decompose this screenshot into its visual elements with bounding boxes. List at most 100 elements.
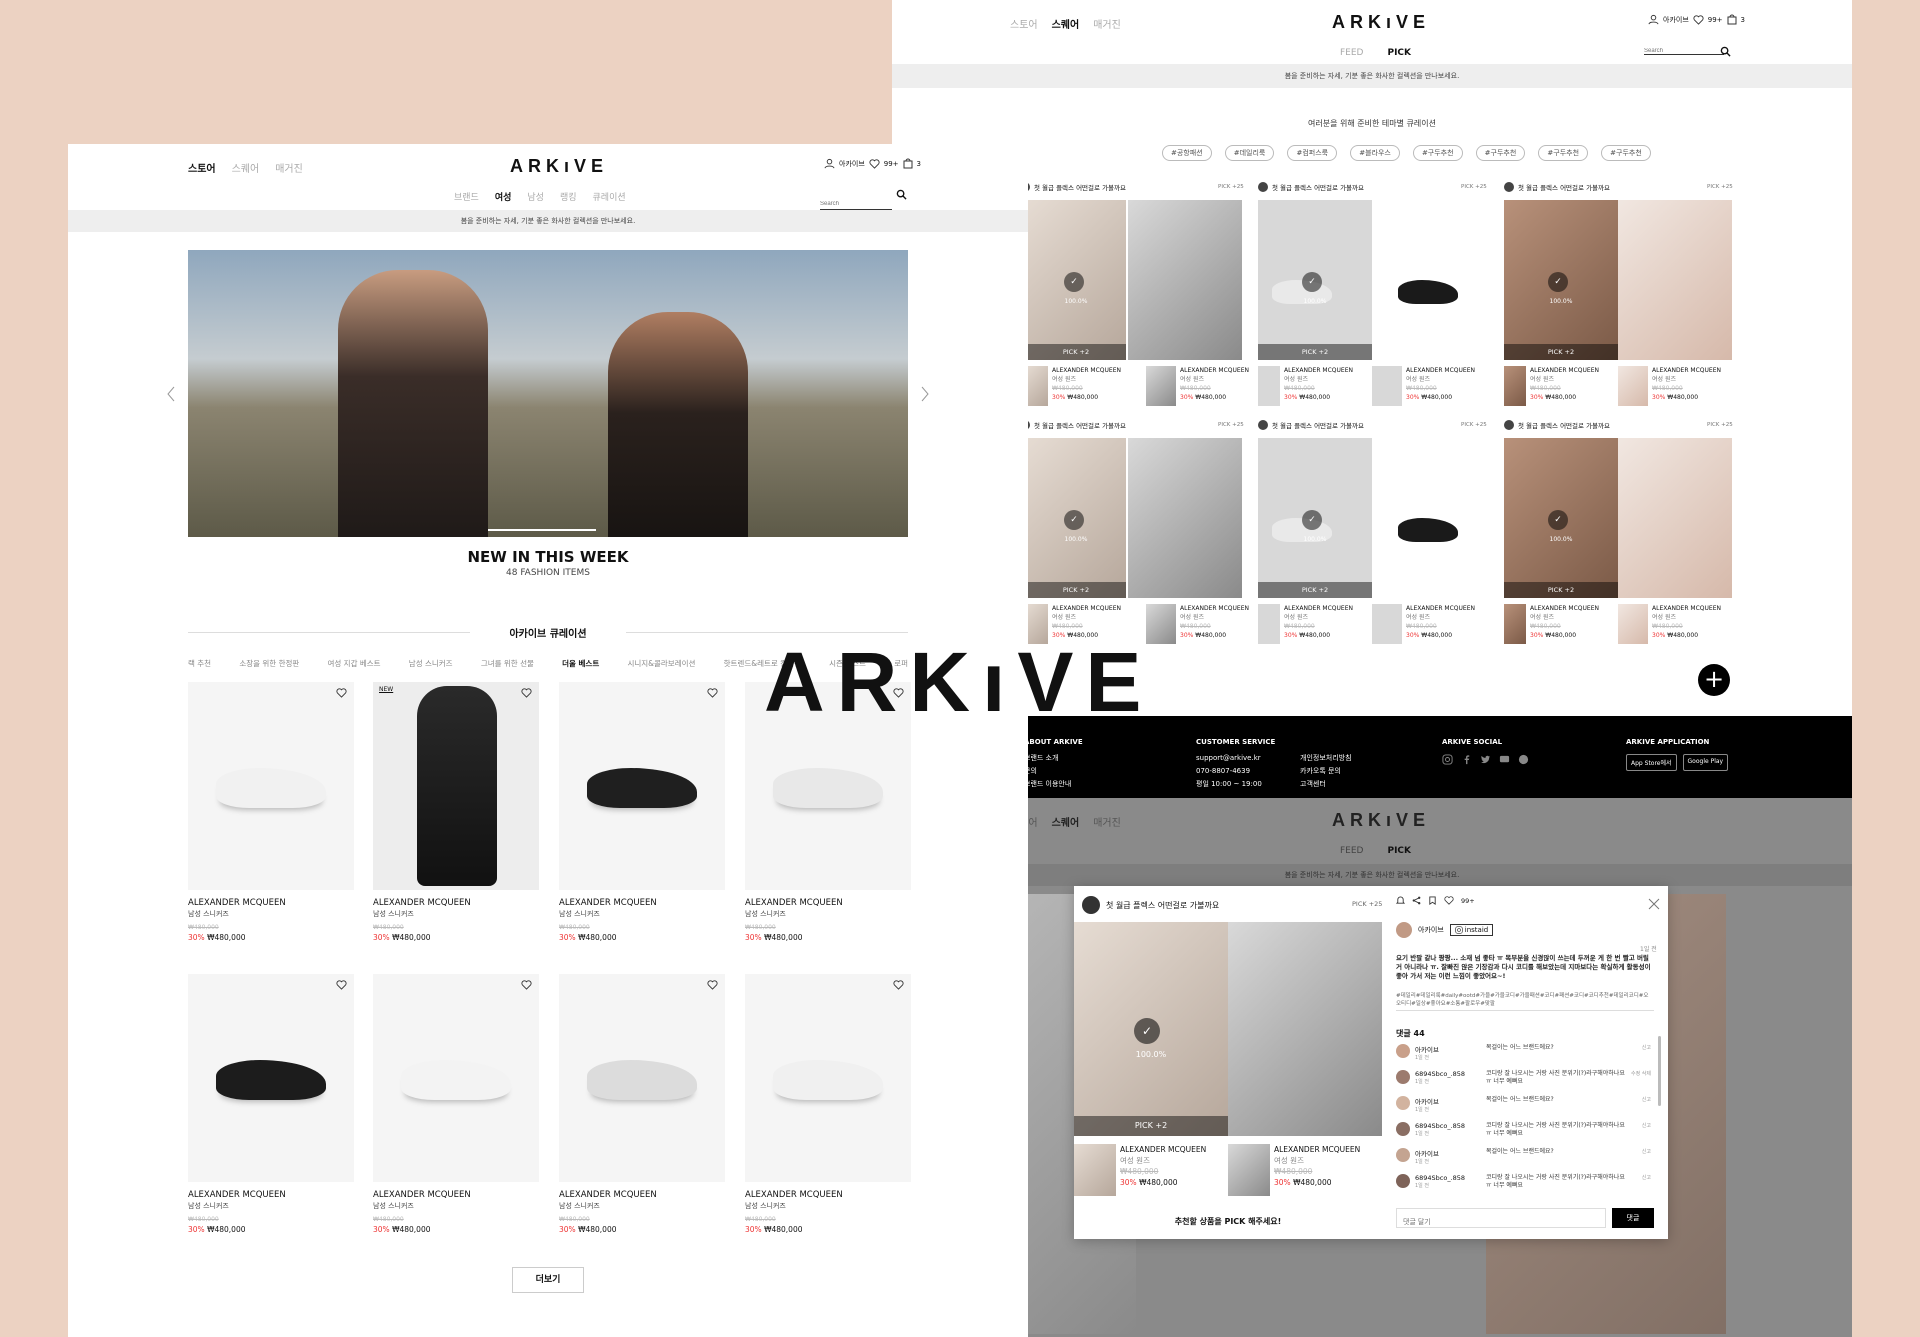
- card-item[interactable]: ALEXANDER MCQUEEN 여성 원즈 ₩480,000 30% ₩48…: [1026, 366, 1121, 406]
- tab-pick[interactable]: PICK: [1387, 48, 1411, 58]
- pick-card[interactable]: 첫 월급 플렉스 어떤걸로 가볼까요 PICK +25 ✓ 100.0% PIC…: [1504, 182, 1734, 412]
- curation-tab[interactable]: 남성 스니커즈: [409, 658, 453, 669]
- facebook-icon[interactable]: [1461, 754, 1472, 765]
- product-card[interactable]: ALEXANDER MCQUEEN 남성 스니커즈 ₩480,000 30% ₩…: [745, 974, 911, 1234]
- pick-card[interactable]: 첫 월급 플렉스 어떤걸로 가볼까요 PICK +25 ✓ 100.0% PIC…: [1504, 420, 1734, 650]
- card-item[interactable]: ALEXANDER MCQUEEN 여성 원즈 ₩480,000 30% ₩48…: [1258, 604, 1353, 644]
- user-icon[interactable]: [824, 158, 835, 169]
- avatar[interactable]: [1396, 1044, 1410, 1058]
- footer-link[interactable]: 고객센터: [1300, 778, 1352, 791]
- author-name[interactable]: 아카이브: [1418, 925, 1444, 935]
- avatar[interactable]: [1504, 182, 1514, 192]
- card-image-left[interactable]: ✓ 100.0% PICK +2: [1026, 200, 1126, 360]
- bell-icon[interactable]: [1396, 896, 1405, 905]
- check-icon[interactable]: ✓: [1064, 272, 1084, 292]
- nav-square[interactable]: 스퀘어: [1052, 16, 1080, 31]
- nav-store[interactable]: 스토어: [1010, 16, 1038, 31]
- wishlist-heart-icon[interactable]: [707, 980, 718, 990]
- card-pick-label[interactable]: PICK +2: [1026, 582, 1126, 598]
- chip[interactable]: #공항패션: [1162, 145, 1212, 161]
- avatar[interactable]: [1258, 182, 1268, 192]
- wishlist-heart-icon[interactable]: [336, 980, 347, 990]
- avatar[interactable]: [1396, 922, 1412, 938]
- product-brand[interactable]: ALEXANDER MCQUEEN: [559, 898, 657, 908]
- comment-input[interactable]: [1397, 1213, 1597, 1232]
- curation-tab[interactable]: 여성 지갑 베스트: [328, 658, 381, 669]
- product-image[interactable]: [188, 974, 354, 1182]
- wishlist-heart-icon[interactable]: [521, 688, 532, 698]
- check-icon[interactable]: ✓: [1548, 272, 1568, 292]
- chip[interactable]: #구두추천: [1601, 145, 1651, 161]
- product-card[interactable]: ALEXANDER MCQUEEN 남성 스니커즈 ₩480,000 30% ₩…: [559, 974, 725, 1234]
- product-image[interactable]: [745, 974, 911, 1182]
- comment-action[interactable]: 신고: [1631, 1174, 1651, 1181]
- chip[interactable]: #데일리룩: [1224, 145, 1275, 161]
- comment-user[interactable]: 아카이브: [1415, 1096, 1481, 1106]
- comment-user[interactable]: 6894Sbco_.858: [1415, 1174, 1481, 1182]
- modal-pick-label[interactable]: PICK +2: [1074, 1116, 1228, 1136]
- search-box[interactable]: [1644, 48, 1724, 55]
- card-pick-label[interactable]: PICK +2: [1504, 344, 1618, 360]
- google-play-badge[interactable]: Google Play: [1682, 754, 1729, 771]
- pick-card[interactable]: 첫 월급 플렉스 어떤걸로 가볼까요 PICK +25 ✓ 100.0% PIC…: [1020, 420, 1262, 650]
- modal-item[interactable]: ALEXANDER MCQUEEN 여성 원즈 ₩480,000 30% ₩48…: [1074, 1144, 1228, 1196]
- tab-women[interactable]: 여성: [495, 190, 512, 203]
- avatar[interactable]: [1396, 1148, 1410, 1162]
- check-icon[interactable]: ✓: [1134, 1018, 1160, 1044]
- hero-banner[interactable]: [188, 250, 908, 537]
- add-button[interactable]: +: [1698, 664, 1730, 696]
- card-image-left[interactable]: ✓ 100.0% PICK +2: [1026, 438, 1126, 598]
- avatar[interactable]: [1396, 1122, 1410, 1136]
- comment-action[interactable]: 수정 삭제: [1631, 1070, 1651, 1077]
- share-icon[interactable]: [1412, 896, 1421, 905]
- avatar[interactable]: [1396, 1174, 1410, 1188]
- product-brand[interactable]: ALEXANDER MCQUEEN: [188, 898, 286, 908]
- tab-ranking[interactable]: 랭킹: [560, 190, 577, 203]
- bookmark-icon[interactable]: [1428, 896, 1437, 905]
- nav-square[interactable]: 스퀘어: [232, 160, 260, 175]
- comment-user[interactable]: 6894Sbco_.858: [1415, 1070, 1481, 1078]
- comment-user[interactable]: 아카이브: [1415, 1148, 1481, 1158]
- curation-tab[interactable]: 시니지&콜라보레이션: [627, 658, 695, 669]
- heart-icon[interactable]: [869, 158, 880, 169]
- card-image-left[interactable]: ✓ 100.0% PICK +2: [1258, 200, 1372, 360]
- comment-input-box[interactable]: [1396, 1208, 1606, 1232]
- search-input[interactable]: [820, 201, 880, 207]
- product-brand[interactable]: ALEXANDER MCQUEEN: [373, 898, 471, 908]
- chip[interactable]: #구두추천: [1412, 145, 1463, 161]
- card-item[interactable]: ALEXANDER MCQUEEN 여성 원즈 ₩480,000 30% ₩48…: [1504, 604, 1599, 644]
- comment-user[interactable]: 아카이브: [1415, 1044, 1481, 1054]
- comment-action[interactable]: 신고: [1631, 1096, 1651, 1103]
- tab-brand[interactable]: 브랜드: [454, 190, 479, 203]
- curation-tab[interactable]: 랙 추천: [188, 658, 211, 669]
- avatar[interactable]: [1082, 896, 1100, 914]
- card-image-left[interactable]: ✓ 100.0% PICK +2: [1504, 200, 1618, 360]
- avatar[interactable]: [1396, 1070, 1410, 1084]
- footer-link[interactable]: 카카오톡 문의: [1300, 765, 1352, 778]
- product-image[interactable]: [373, 974, 539, 1182]
- heart-icon[interactable]: [1444, 896, 1454, 905]
- chip[interactable]: #컴퍼스룩: [1287, 145, 1338, 161]
- card-item[interactable]: ALEXANDER MCQUEEN 여성 원즈 ₩480,000 30% ₩48…: [1504, 366, 1599, 406]
- scrollbar[interactable]: [1658, 1036, 1661, 1106]
- card-image-right[interactable]: [1372, 200, 1486, 360]
- instagram-button[interactable]: instaid: [1449, 924, 1494, 936]
- footer-link[interactable]: 브랜드 소개: [1024, 752, 1071, 765]
- card-item[interactable]: ALEXANDER MCQUEEN 여성 원즈 ₩480,000 30% ₩48…: [1146, 366, 1249, 406]
- app-store-badge[interactable]: App Store에서: [1626, 754, 1677, 771]
- card-pick-label[interactable]: PICK +2: [1026, 344, 1126, 360]
- nav-magazine[interactable]: 매거진: [275, 160, 303, 175]
- product-image[interactable]: [559, 682, 725, 890]
- card-item[interactable]: ALEXANDER MCQUEEN 여성 원즈 ₩480,000 30% ₩48…: [1146, 604, 1249, 644]
- user-icon[interactable]: [1648, 14, 1659, 25]
- product-image[interactable]: [188, 682, 354, 890]
- modal-item[interactable]: ALEXANDER MCQUEEN 여성 원즈 ₩480,000 30% ₩48…: [1228, 1144, 1382, 1196]
- search-input[interactable]: [1644, 48, 1704, 54]
- nav-magazine[interactable]: 매거진: [1093, 16, 1121, 31]
- card-item[interactable]: ALEXANDER MCQUEEN 여성 원즈 ₩480,000 30% ₩48…: [1258, 366, 1353, 406]
- chevron-right-icon[interactable]: [920, 386, 930, 402]
- pick-card[interactable]: 첫 월급 플렉스 어떤걸로 가볼까요 PICK +25 ✓ 100.0% PIC…: [1258, 420, 1488, 650]
- chip[interactable]: #구두추천: [1475, 145, 1526, 161]
- user-name[interactable]: 아카이브: [1663, 15, 1689, 25]
- wishlist-heart-icon[interactable]: [521, 980, 532, 990]
